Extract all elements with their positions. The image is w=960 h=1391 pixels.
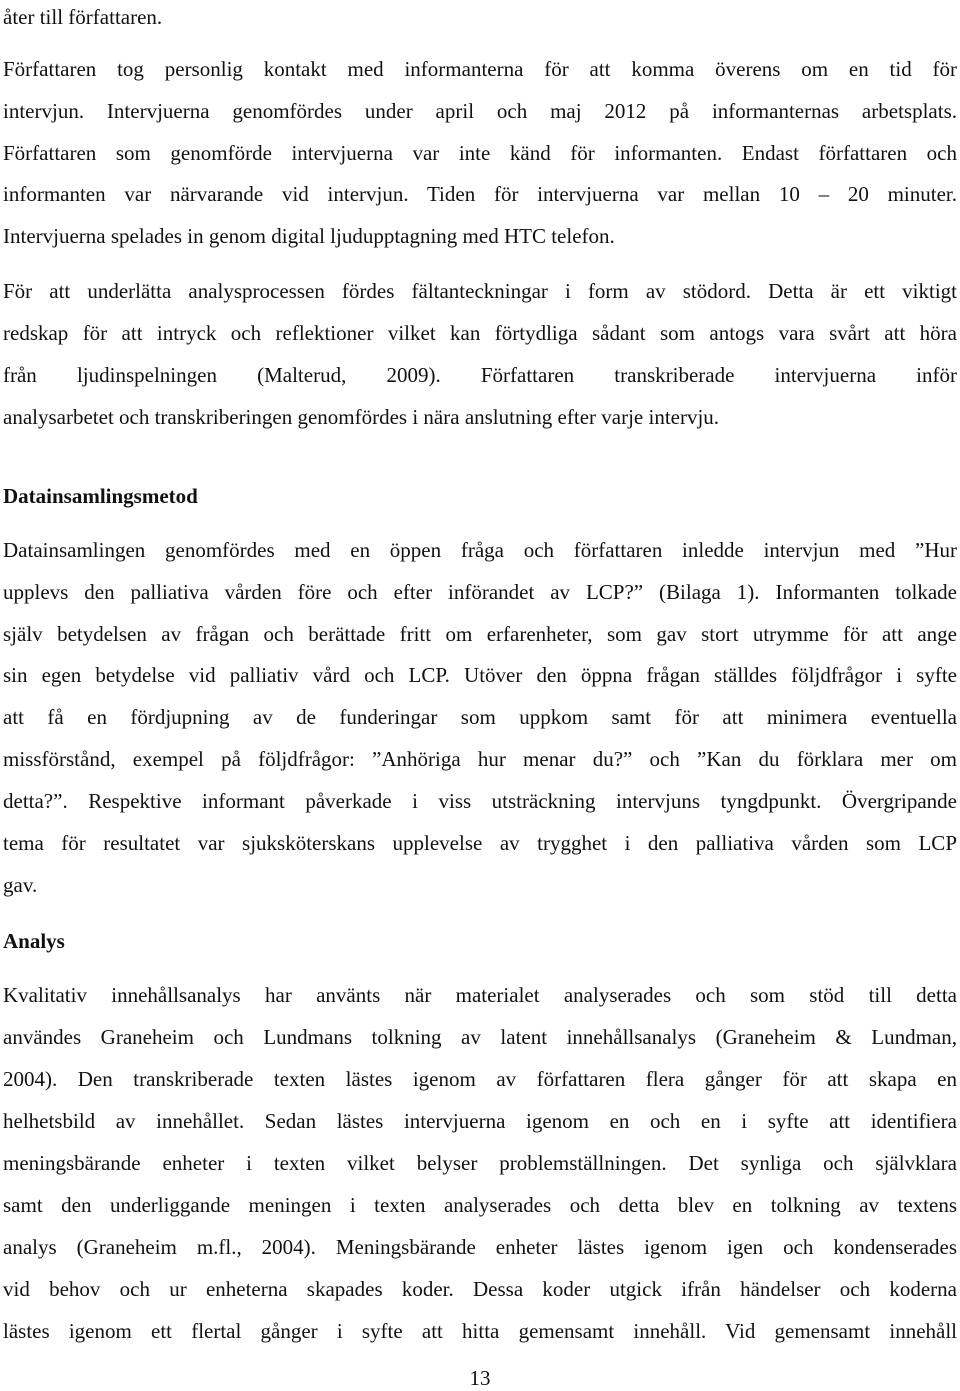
paragraph-line: analysarbetet och transkriberingen genom… <box>3 405 720 429</box>
paragraph-line: Datainsamlingen genomfördes med en öppen… <box>3 538 957 562</box>
paragraph-line: meningsbärande enheter i texten vilket b… <box>3 1151 957 1175</box>
paragraph-line: redskap för att intryck och reflektioner… <box>3 321 957 345</box>
paragraph-line: helhetsbild av innehållet. Sedan lästes … <box>3 1109 957 1133</box>
section-heading: Analys <box>3 929 65 953</box>
paragraph-line: intervjun. Intervjuerna genomfördes unde… <box>3 99 957 123</box>
paragraph-line: användes Graneheim och Lundmans tolkning… <box>3 1025 957 1049</box>
paragraph-line: lästes igenom ett flertal gånger i syfte… <box>3 1319 957 1343</box>
paragraph-line: informanten var närvarande vid intervjun… <box>3 182 957 206</box>
paragraph-line: sin egen betydelse vid palliativ vård oc… <box>3 663 957 687</box>
paragraph-line: analys (Graneheim m.fl., 2004). Meningsb… <box>3 1235 957 1259</box>
paragraph-line: samt den underliggande meningen i texten… <box>3 1193 957 1217</box>
paragraph-line: själv betydelsen av frågan och berättade… <box>3 622 957 646</box>
page-number: 13 <box>469 1366 491 1390</box>
paragraph-line: gav. <box>3 873 38 897</box>
paragraph-line: åter till författaren. <box>3 5 163 29</box>
paragraph-line: från ljudinspelningen (Malterud, 2009). … <box>3 363 957 387</box>
paragraph-line: 2004). Den transkriberade texten lästes … <box>3 1067 957 1091</box>
paragraph-line: missförstånd, exempel på följdfrågor: ”A… <box>3 747 957 771</box>
paragraph-line: detta?”. Respektive informant påverkade … <box>3 789 957 813</box>
paragraph-line: Intervjuerna spelades in genom digital l… <box>3 224 615 248</box>
section-heading: Datainsamlingsmetod <box>3 484 198 508</box>
paragraph-line: Författaren som genomförde intervjuerna … <box>3 141 957 165</box>
paragraph-line: För att underlätta analysprocessen förde… <box>3 279 957 303</box>
paragraph-line: att få en fördjupning av de funderingar … <box>3 705 957 729</box>
paragraph-line: Författaren tog personlig kontakt med in… <box>3 57 957 81</box>
paragraph-line: tema för resultatet var sjuksköterskans … <box>3 831 957 855</box>
paragraph-line: Kvalitativ innehållsanalys har använts n… <box>3 983 957 1007</box>
paragraph-line: upplevs den palliativa vården före och e… <box>3 580 957 604</box>
document-page: åter till författaren. Författaren tog p… <box>0 0 960 1390</box>
paragraph-line: vid behov och ur enheterna skapades kode… <box>3 1277 957 1301</box>
